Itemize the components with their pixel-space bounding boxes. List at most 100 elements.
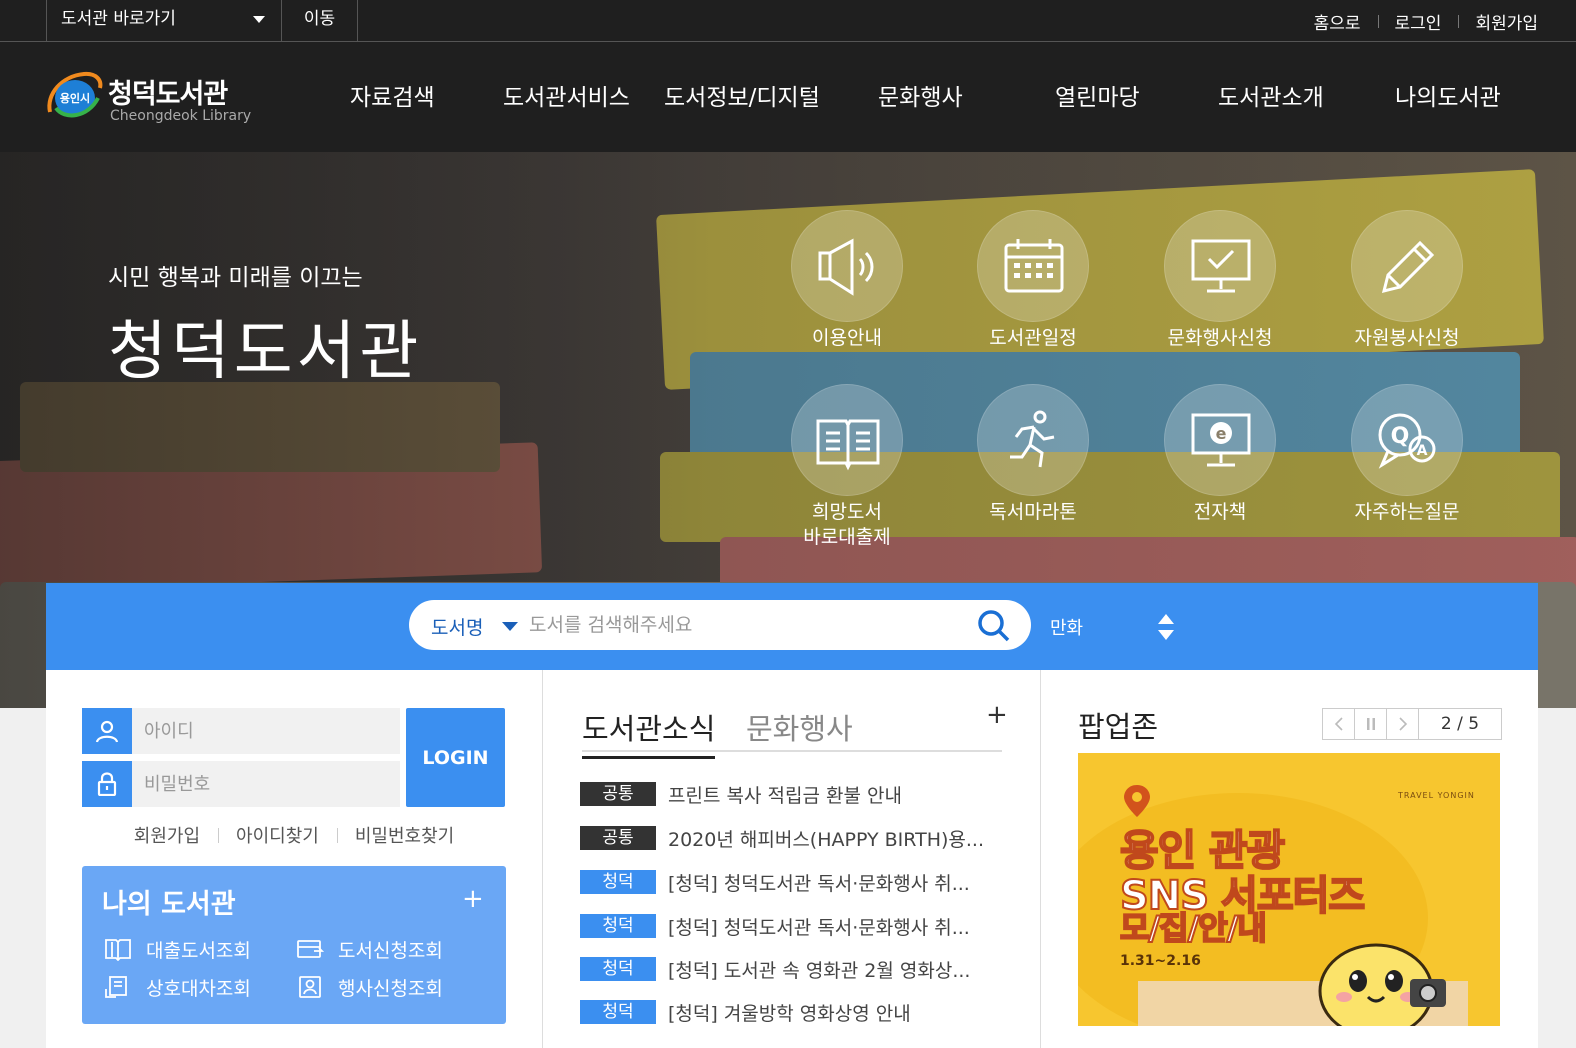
lock-icon-box [82,761,132,807]
svg-text:용인시: 용인시 [60,91,90,105]
go-button[interactable]: 이동 [282,0,358,42]
quick-link-circle [1351,210,1463,322]
pencil-icon [1381,240,1435,294]
news-tabs: 도서관소식 문화행사 [582,700,1002,759]
runner-icon [1010,410,1055,468]
user-icon [95,720,119,743]
news-badge: 청덕 [580,1000,656,1024]
next-button[interactable] [1387,709,1419,739]
id-input[interactable] [144,716,384,746]
nav-item-digital[interactable]: 도서정보/디지털 [664,78,820,112]
popup-zone-title: 팝업존 [1078,710,1159,744]
svg-text:Q: Q [1391,424,1410,449]
home-link[interactable]: 홈으로 [1297,9,1378,34]
news-more-button[interactable]: + [986,700,1008,730]
caret-down-icon[interactable] [502,622,518,631]
popup-controls: 2 / 5 [1322,708,1502,740]
pause-icon [1367,718,1375,730]
quick-link-circle: Q A [1351,384,1463,496]
news-item[interactable]: 청덕 [청덕] 겨울방학 영화상영 안내 [580,1000,1010,1026]
news-item[interactable]: 공통 프린트 복사 적립금 환불 안내 [580,782,1010,808]
quick-link-circle [977,210,1089,322]
library-select-label: 도서관 바로가기 [61,9,176,29]
prev-button[interactable] [1323,709,1355,739]
nav-item-about[interactable]: 도서관소개 [1218,78,1324,112]
quick-link-label: 자원봉사신청 [1354,327,1460,349]
quick-link-hope-book[interactable]: 희망도서 바로대출제 [757,384,937,554]
my-library-more-button[interactable]: + [462,884,484,914]
library-select[interactable]: 도서관 바로가기 [46,0,282,42]
quick-link-marathon[interactable]: 독서마라톤 [943,384,1123,554]
tab-cultural-events[interactable]: 문화행사 [746,706,853,748]
news-title: 프린트 복사 적립금 환불 안내 [668,785,902,807]
quick-link-label: 자주하는질문 [1354,501,1460,523]
news-item[interactable]: 청덕 [청덕] 도서관 속 영화관 2월 영화상... [580,957,1010,983]
user-icon-box [82,708,132,754]
quick-link-volunteer[interactable]: 자원봉사신청 [1317,210,1497,380]
signup-link[interactable]: 회원가입 [116,822,218,848]
quick-link-circle [977,384,1089,496]
card-icon [297,940,324,958]
keyword-updown-icon[interactable] [1158,614,1174,640]
hero-title: 청덕도서관 [108,315,423,389]
quick-link-label: 이용안내 [812,327,882,349]
login-button[interactable]: LOGIN [406,708,505,807]
quick-link-circle [791,210,903,322]
util-links: 홈으로 로그인 회원가입 [1297,0,1538,42]
banner-small-text: TRAVEL YONGIN [1398,791,1475,800]
popup-banner-image[interactable]: TRAVEL YONGIN 용인 관광 SNS 서포터즈 모/집/안/내 1.3… [1078,753,1500,1026]
find-id-link[interactable]: 아이디찾기 [218,822,337,848]
password-input[interactable] [144,769,384,799]
news-item[interactable]: 청덕 [청덕] 청덕도서관 독서·문화행사 취... [580,914,1010,940]
megaphone-icon [818,238,874,296]
quick-link-event-apply[interactable]: 문화행사신청 [1130,210,1310,380]
nav-item-events[interactable]: 문화행사 [878,78,963,112]
open-book-icon [816,419,880,471]
logo-mark-icon: 용인시 [47,71,103,118]
divider [1040,670,1041,1048]
search-icon[interactable] [977,609,1011,643]
popular-keyword[interactable]: 만화 [1050,614,1083,640]
nav-item-mylibrary[interactable]: 나의도서관 [1395,78,1501,112]
quick-link-guide[interactable]: 이용안내 [757,210,937,380]
news-title: [청덕] 청덕도서관 독서·문화행사 취... [668,873,970,895]
site-logo[interactable]: 용인시 청덕도서관 Cheongdeok Library [44,64,284,130]
nav-item-services[interactable]: 도서관서비스 [503,78,630,112]
login-link[interactable]: 로그인 [1377,9,1459,34]
news-item[interactable]: 청덕 [청덕] 청덕도서관 독서·문화행사 취... [580,870,1010,896]
search-type-select[interactable]: 도서명 [431,613,483,640]
quick-link-label: 독서마라톤 [989,501,1077,523]
top-bar: 도서관 바로가기 이동 홈으로 로그인 회원가입 [0,0,1576,42]
pause-button[interactable] [1355,709,1387,739]
password-field [82,761,400,807]
content-area: LOGIN 회원가입 아이디찾기 비밀번호찾기 나의 도서관 + 대출도서조회 … [46,670,1538,1048]
logo-subtitle: Cheongdeok Library [110,108,252,124]
monitor-check-icon [1191,239,1251,293]
news-title: [청덕] 청덕도서관 독서·문화행사 취... [668,917,970,939]
news-badge: 공통 [580,826,656,850]
quick-link-faq[interactable]: Q A 자주하는질문 [1317,384,1497,554]
nav-item-search[interactable]: 자료검색 [350,78,435,112]
calendar-icon [1004,239,1064,293]
profile-doc-icon [299,976,321,998]
svg-text:e: e [1216,424,1227,443]
quick-link-circle [1164,210,1276,322]
find-password-link[interactable]: 비밀번호찾기 [336,822,472,848]
tab-library-news[interactable]: 도서관소식 [582,706,716,759]
id-field [82,708,400,754]
main-nav: 자료검색 도서관서비스 도서정보/디지털 문화행사 열린마당 도서관소개 나의도… [306,42,1546,152]
login-links: 회원가입 아이디찾기 비밀번호찾기 [82,822,506,848]
quick-link-circle: e [1164,384,1276,496]
nav-item-board[interactable]: 열린마당 [1055,78,1140,112]
news-title: [청덕] 도서관 속 영화관 2월 영화상... [668,960,971,982]
hero-subtitle: 시민 행복과 미래를 이끄는 [108,265,363,291]
search-input[interactable] [529,608,969,642]
ebook-monitor-icon: e [1191,413,1251,467]
signup-link[interactable]: 회원가입 [1458,9,1538,34]
lock-icon [97,772,117,796]
popup-counter: 2 / 5 [1440,714,1480,734]
my-library-title: 나의 도서관 [102,889,236,920]
quick-link-calendar[interactable]: 도서관일정 [943,210,1123,380]
quick-link-ebook[interactable]: e 전자책 [1130,384,1310,554]
news-item[interactable]: 공통 2020년 해피버스(HAPPY BIRTH)용... [580,826,1010,852]
